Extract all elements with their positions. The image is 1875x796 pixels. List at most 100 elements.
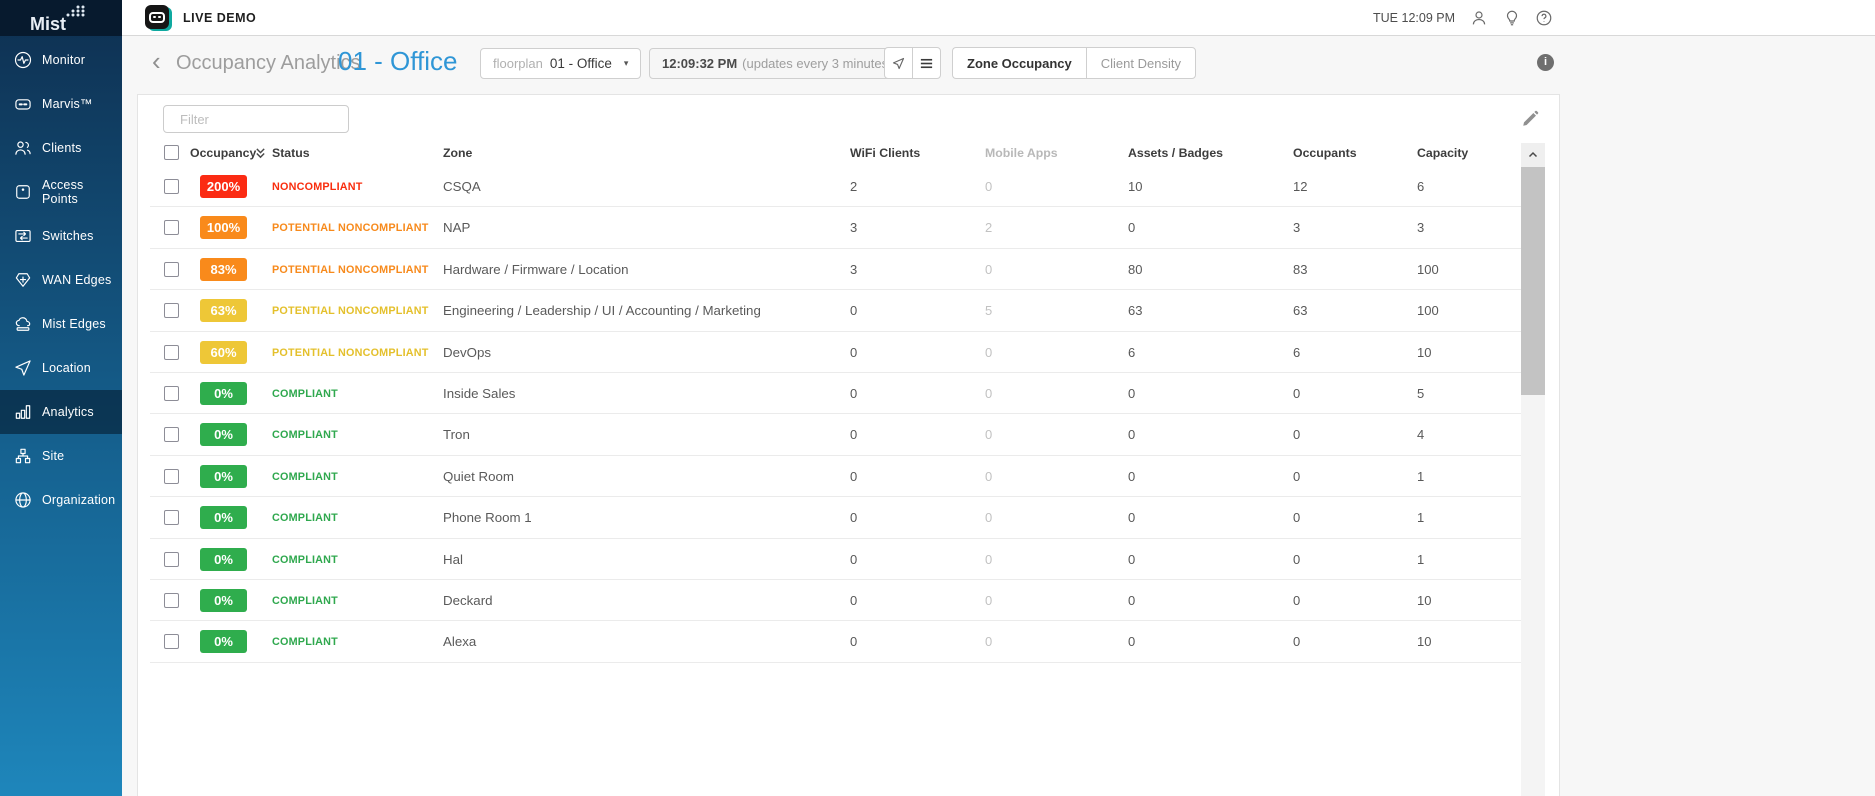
mobile-apps-value: 0	[985, 386, 992, 401]
sidebar-item-monitor[interactable]: Monitor	[0, 38, 122, 82]
floorplan-label: floorplan	[493, 56, 543, 71]
floorplan-value: 01 - Office	[550, 56, 612, 71]
sidebar-item-analytics[interactable]: Analytics	[0, 390, 122, 434]
breadcrumb[interactable]: Occupancy Analytics	[176, 52, 361, 75]
sidebar-item-switches[interactable]: Switches	[0, 214, 122, 258]
mobile-apps-value: 0	[985, 510, 992, 525]
help-icon[interactable]	[1535, 9, 1553, 27]
zone-name: Quiet Room	[443, 469, 514, 484]
column-occupants[interactable]: Occupants	[1293, 146, 1357, 160]
table-row[interactable]: 0%COMPLIANTHal00001	[150, 539, 1521, 580]
sidebar-item-access-points[interactable]: Access Points	[0, 170, 122, 214]
row-checkbox[interactable]	[164, 303, 179, 318]
org-name[interactable]: LIVE DEMO	[183, 0, 256, 36]
sidebar-item-mist-edges[interactable]: Mist Edges	[0, 302, 122, 346]
status-label: COMPLIANT	[272, 388, 338, 400]
back-button[interactable]: ‹	[152, 48, 161, 74]
filter-input[interactable]	[178, 111, 358, 128]
sidebar-item-wan-edges[interactable]: WAN Edges	[0, 258, 122, 302]
marvis-app-icon[interactable]	[145, 5, 173, 32]
account-icon[interactable]	[1470, 9, 1488, 27]
table-row[interactable]: 60%POTENTIAL NONCOMPLIANTDevOps006610	[150, 332, 1521, 373]
row-checkbox[interactable]	[164, 427, 179, 442]
mobile-apps-value: 0	[985, 593, 992, 608]
column-wifi-clients[interactable]: WiFi Clients	[850, 146, 920, 160]
column-occupancy[interactable]: Occupancy	[190, 146, 256, 160]
sidebar-item-clients[interactable]: Clients	[0, 126, 122, 170]
occupants-value: 6	[1293, 345, 1300, 360]
row-checkbox[interactable]	[164, 593, 179, 608]
capacity-value: 10	[1417, 593, 1431, 608]
status-label: COMPLIANT	[272, 429, 338, 441]
table-row[interactable]: 0%COMPLIANTPhone Room 100001	[150, 497, 1521, 538]
column-assets-badges[interactable]: Assets / Badges	[1128, 146, 1223, 160]
row-checkbox[interactable]	[164, 634, 179, 649]
zone-name: CSQA	[443, 179, 481, 194]
view-toggle: Zone OccupancyClient Density	[952, 47, 1196, 79]
table-row[interactable]: 0%COMPLIANTQuiet Room00001	[150, 456, 1521, 497]
sidebar-item-label: Organization	[42, 493, 115, 507]
sidebar-item-label: Marvis™	[42, 97, 93, 111]
column-mobile-apps[interactable]: Mobile Apps	[985, 146, 1058, 160]
scrollbar-thumb[interactable]	[1521, 167, 1545, 395]
select-all-checkbox[interactable]	[164, 145, 179, 160]
table-row[interactable]: 200%NONCOMPLIANTCSQA2010126	[150, 166, 1521, 207]
row-checkbox[interactable]	[164, 345, 179, 360]
list-view-button[interactable]	[912, 48, 940, 78]
assets-badges-value: 0	[1128, 510, 1135, 525]
access-points-icon	[13, 182, 33, 202]
row-checkbox[interactable]	[164, 510, 179, 525]
capacity-value: 10	[1417, 634, 1431, 649]
view-button-client-density[interactable]: Client Density	[1086, 47, 1196, 79]
row-checkbox[interactable]	[164, 469, 179, 484]
assets-badges-value: 0	[1128, 220, 1135, 235]
scroll-up-button[interactable]	[1521, 143, 1545, 167]
floorplan-select[interactable]: floorplan 01 - Office ▾	[480, 48, 641, 79]
sidebar-item-marvis[interactable]: Marvis™	[0, 82, 122, 126]
column-status[interactable]: Status	[272, 146, 310, 160]
site-icon	[13, 446, 33, 466]
mobile-apps-value: 0	[985, 179, 992, 194]
wan-edges-icon	[13, 270, 33, 290]
row-checkbox[interactable]	[164, 552, 179, 567]
row-checkbox[interactable]	[164, 386, 179, 401]
wifi-clients-value: 0	[850, 593, 857, 608]
occupancy-badge: 0%	[200, 382, 247, 405]
row-checkbox[interactable]	[164, 220, 179, 235]
table-row[interactable]: 0%COMPLIANTInside Sales00005	[150, 373, 1521, 414]
sidebar-item-organization[interactable]: Organization	[0, 478, 122, 522]
filter-field[interactable]	[163, 105, 349, 133]
sort-descending-icon[interactable]	[255, 147, 266, 165]
column-zone[interactable]: Zone	[443, 146, 472, 160]
mist-logo[interactable]: Mist	[0, 0, 122, 36]
table-row[interactable]: 0%COMPLIANTDeckard000010	[150, 580, 1521, 621]
table-row[interactable]: 0%COMPLIANTTron00004	[150, 414, 1521, 455]
occupants-value: 0	[1293, 634, 1300, 649]
capacity-value: 100	[1417, 303, 1439, 318]
mobile-apps-value: 0	[985, 469, 992, 484]
row-checkbox[interactable]	[164, 262, 179, 277]
zone-name: NAP	[443, 220, 470, 235]
info-icon[interactable]: i	[1537, 54, 1554, 71]
occupancy-badge: 200%	[200, 175, 247, 198]
table-row[interactable]: 0%COMPLIANTAlexa000010	[150, 621, 1521, 662]
sidebar-item-site[interactable]: Site	[0, 434, 122, 478]
table-row[interactable]: 83%POTENTIAL NONCOMPLIANTHardware / Firm…	[150, 249, 1521, 290]
view-button-zone-occupancy[interactable]: Zone Occupancy	[952, 47, 1086, 79]
sidebar-item-label: Analytics	[42, 405, 94, 419]
column-capacity[interactable]: Capacity	[1417, 146, 1468, 160]
zone-name: Hal	[443, 552, 463, 567]
status-label: POTENTIAL NONCOMPLIANT	[272, 222, 429, 234]
table-row[interactable]: 100%POTENTIAL NONCOMPLIANTNAP32033	[150, 207, 1521, 248]
sidebar-item-location[interactable]: Location	[0, 346, 122, 390]
sidebar-item-label: Access Points	[42, 178, 122, 206]
occupants-value: 0	[1293, 427, 1300, 442]
vertical-scrollbar[interactable]	[1521, 143, 1545, 796]
row-checkbox[interactable]	[164, 179, 179, 194]
table-row[interactable]: 63%POTENTIAL NONCOMPLIANTEngineering / L…	[150, 290, 1521, 331]
capacity-value: 6	[1417, 179, 1424, 194]
edit-pencil-icon[interactable]	[1521, 110, 1539, 128]
tracking-arrow-button[interactable]	[885, 48, 912, 78]
occupants-value: 0	[1293, 469, 1300, 484]
lightbulb-icon[interactable]	[1503, 9, 1521, 27]
